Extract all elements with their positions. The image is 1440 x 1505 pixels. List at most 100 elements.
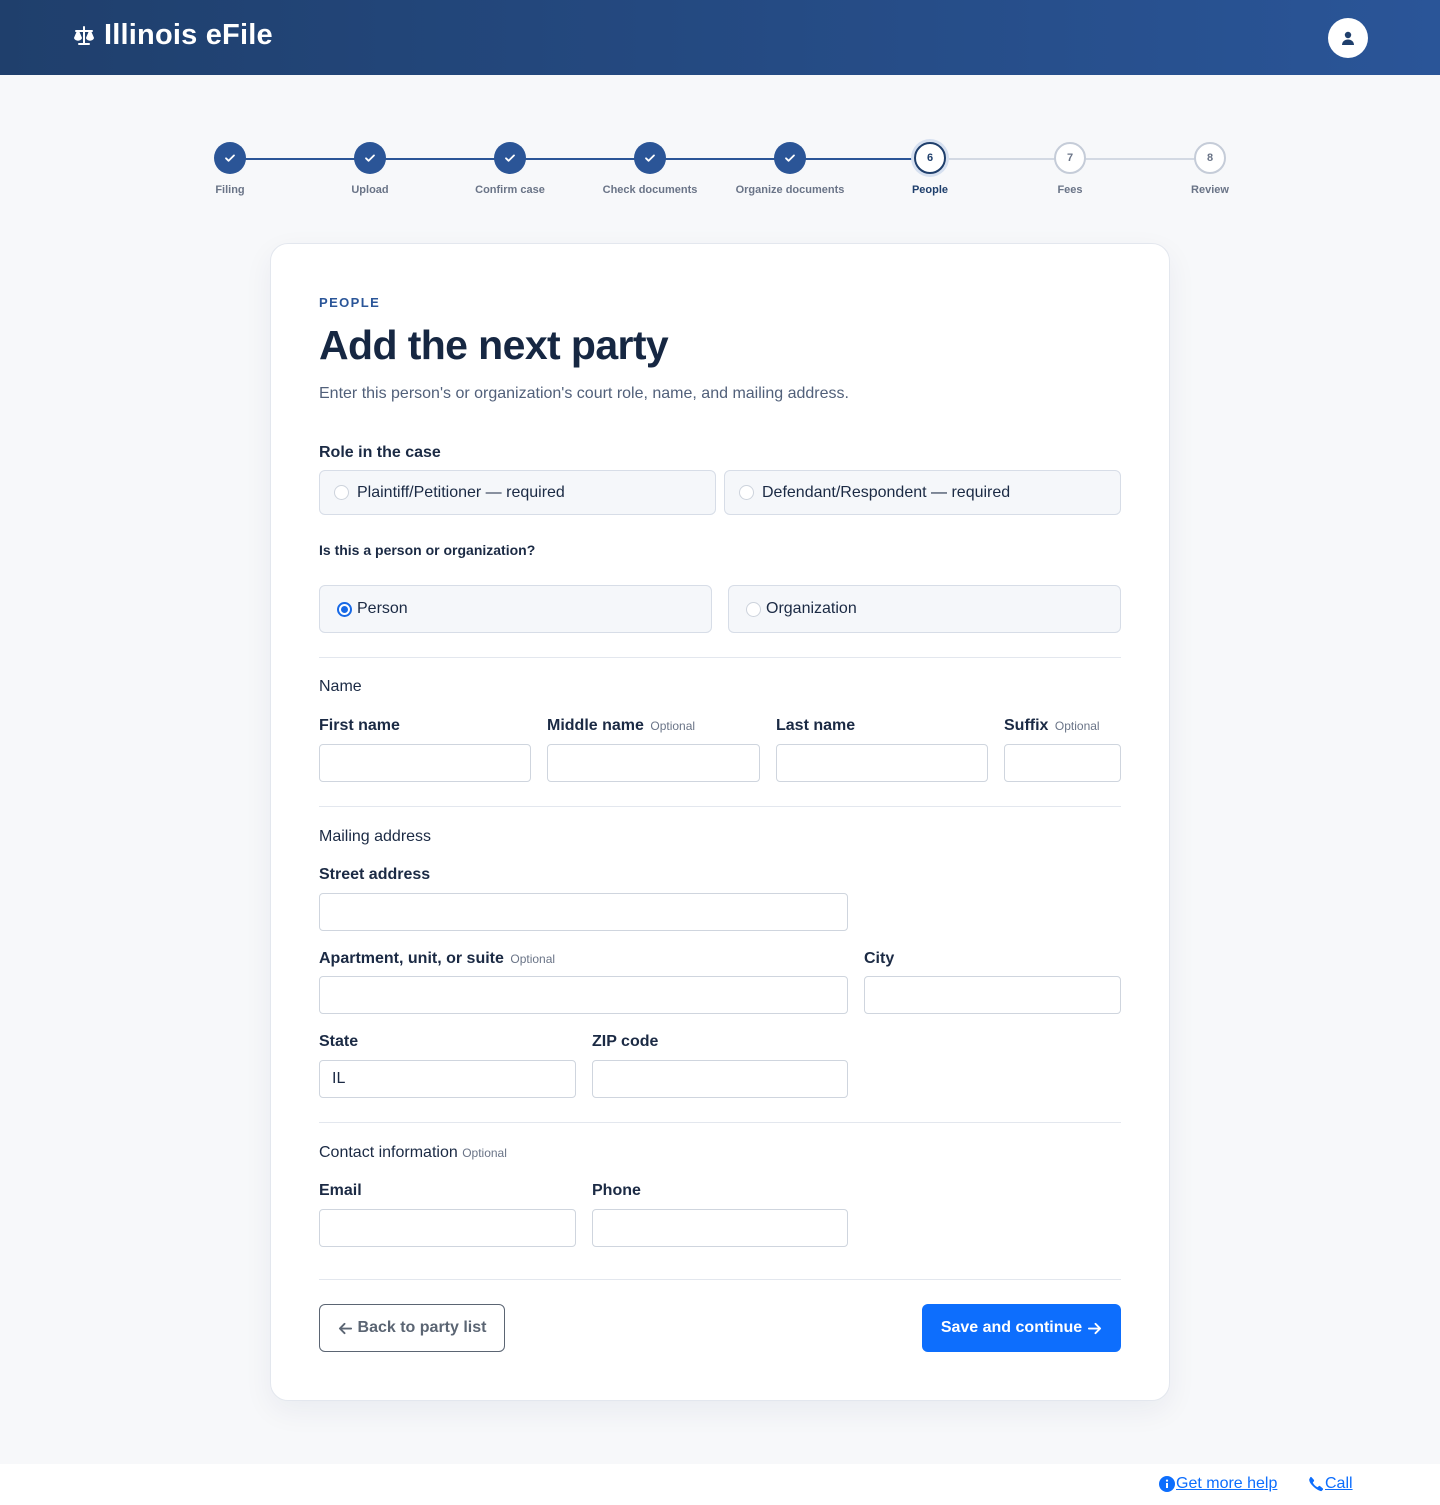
optional-tag: Optional xyxy=(1054,719,1100,733)
step-complete-marker xyxy=(774,142,806,174)
brand-name: Illinois eFile xyxy=(104,19,273,51)
phone-input[interactable] xyxy=(592,1209,848,1247)
divider xyxy=(319,1122,1121,1123)
radio-unselected xyxy=(739,485,754,500)
step-complete-marker xyxy=(634,142,666,174)
step-label: Fees xyxy=(1057,184,1083,196)
step-organize-documents[interactable]: Organize documents xyxy=(720,142,860,196)
state-input[interactable] xyxy=(319,1060,576,1098)
step-fees: 7 Fees xyxy=(1000,142,1140,196)
footer: Get more help Call xyxy=(0,1464,1440,1505)
role-option-label: Plaintiff/Petitioner — required xyxy=(357,483,565,501)
divider xyxy=(319,806,1121,807)
back-to-party-list-button[interactable]: Back to party list xyxy=(319,1304,505,1352)
optional-tag: Optional xyxy=(462,1146,507,1160)
call-link-label: Call xyxy=(1325,1475,1353,1492)
get-more-help-link[interactable]: Get more help xyxy=(1159,1475,1277,1493)
zip-code-input[interactable] xyxy=(592,1060,848,1098)
contact-section-heading: Contact information Optional xyxy=(319,1144,507,1161)
checkmark-icon xyxy=(505,154,515,162)
divider xyxy=(319,657,1121,658)
page-subtitle: Enter this person's or organization's co… xyxy=(319,385,849,402)
name-section-heading: Name xyxy=(319,678,362,695)
step-label: Check documents xyxy=(602,184,698,196)
step-number-marker: 8 xyxy=(1194,142,1226,174)
step-complete-marker xyxy=(214,142,246,174)
step-complete-marker xyxy=(494,142,526,174)
apartment-label: Apartment, unit, or suite Optional xyxy=(319,950,556,967)
phone-label: Phone xyxy=(592,1182,641,1199)
brand-logo[interactable]: Illinois eFile xyxy=(72,19,273,52)
first-name-input[interactable] xyxy=(319,744,531,782)
street-address-input[interactable] xyxy=(319,893,848,931)
call-link[interactable]: Call xyxy=(1308,1475,1353,1493)
help-link-label: Get more help xyxy=(1176,1475,1278,1492)
step-complete-marker xyxy=(354,142,386,174)
radio-unselected xyxy=(334,485,349,500)
radio-selected xyxy=(337,601,352,617)
apartment-input[interactable] xyxy=(319,976,848,1014)
middle-name-input[interactable] xyxy=(547,744,760,782)
party-type-person[interactable]: Person xyxy=(319,585,712,633)
step-upload[interactable]: Upload xyxy=(300,142,440,196)
step-label: Review xyxy=(1191,184,1229,196)
step-number-marker: 6 xyxy=(914,142,946,174)
top-navigation-bar: Illinois eFile xyxy=(0,0,1440,75)
arrow-right-icon xyxy=(1088,1322,1102,1334)
add-party-form-card: PEOPLE Add the next party Enter this per… xyxy=(270,243,1170,1401)
optional-tag: Optional xyxy=(510,952,556,966)
checkmark-icon xyxy=(785,154,795,162)
arrow-left-icon xyxy=(338,1322,352,1334)
save-and-continue-button[interactable]: Save and continue xyxy=(922,1304,1121,1352)
checkmark-icon xyxy=(645,154,655,162)
party-type-option-label: Organization xyxy=(766,600,857,617)
step-people: 6 People xyxy=(860,142,1000,196)
role-option-label: Defendant/Respondent — required xyxy=(762,483,1011,501)
first-name-label: First name xyxy=(319,717,400,734)
checkmark-icon xyxy=(225,154,235,162)
section-eyebrow: PEOPLE xyxy=(319,295,381,310)
user-icon xyxy=(1342,31,1354,45)
email-label: Email xyxy=(319,1182,362,1199)
scales-of-justice-icon xyxy=(74,25,94,45)
info-icon xyxy=(1159,1476,1175,1492)
save-button-label: Save and continue xyxy=(940,1319,1083,1336)
role-option-defendant[interactable]: Defendant/Respondent — required xyxy=(724,470,1121,515)
role-option-plaintiff[interactable]: Plaintiff/Petitioner — required xyxy=(319,470,716,515)
last-name-input[interactable] xyxy=(776,744,988,782)
suffix-input[interactable] xyxy=(1004,744,1121,782)
divider xyxy=(319,1279,1121,1280)
step-review: 8 Review xyxy=(1140,142,1280,196)
step-check-documents[interactable]: Check documents xyxy=(580,142,720,196)
checkmark-icon xyxy=(365,154,375,162)
back-button-label: Back to party list xyxy=(357,1319,487,1336)
suffix-label: Suffix Optional xyxy=(1004,717,1100,734)
step-label: Organize documents xyxy=(735,184,845,196)
last-name-label: Last name xyxy=(776,717,856,734)
step-confirm-case[interactable]: Confirm case xyxy=(440,142,580,196)
radio-unselected xyxy=(746,601,761,617)
step-label: Confirm case xyxy=(475,184,545,196)
street-address-label: Street address xyxy=(319,866,431,883)
phone-icon xyxy=(1309,1476,1324,1492)
step-label: People xyxy=(911,184,949,196)
step-label: Upload xyxy=(351,184,389,196)
state-label: State xyxy=(319,1033,359,1050)
party-type-label: Is this a person or organization? xyxy=(319,542,536,558)
step-filing[interactable]: Filing xyxy=(160,142,300,196)
address-section-heading: Mailing address xyxy=(319,828,432,845)
step-label: Filing xyxy=(215,184,245,196)
party-type-option-label: Person xyxy=(357,600,408,617)
role-label: Role in the case xyxy=(319,444,441,461)
city-label: City xyxy=(864,950,895,967)
step-number-marker: 7 xyxy=(1054,142,1086,174)
party-type-organization[interactable]: Organization xyxy=(728,585,1121,633)
optional-tag: Optional xyxy=(650,719,696,733)
email-input[interactable] xyxy=(319,1209,576,1247)
middle-name-label: Middle name Optional xyxy=(547,717,696,734)
user-account-button[interactable] xyxy=(1328,18,1368,58)
progress-stepper: Filing Upload Confirm case Check documen… xyxy=(160,142,1280,202)
page-title: Add the next party xyxy=(319,322,669,368)
zip-code-label: ZIP code xyxy=(592,1033,659,1050)
city-input[interactable] xyxy=(864,976,1121,1014)
